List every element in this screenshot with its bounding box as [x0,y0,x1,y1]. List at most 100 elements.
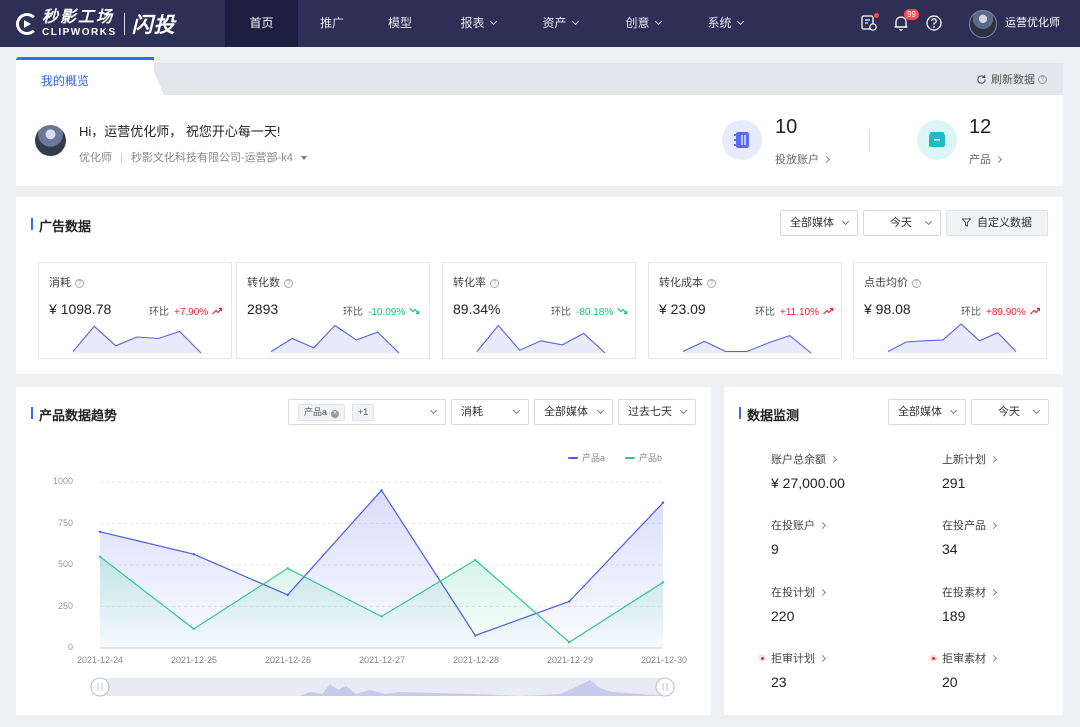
monitor-label: 在投素材 [942,587,986,599]
chevron-right-icon [989,521,998,530]
monitor-media-select[interactable]: 全部媒体 [888,399,966,425]
metric-value: ¥ 98.08 [864,301,911,317]
monitor-value: 291 [942,475,966,491]
chevron-down-icon [949,406,958,415]
monitor-label: 拒审计划 [771,653,815,665]
account-count: 10 [775,116,798,138]
chevron-right-icon [818,521,827,530]
sparkline-area [888,324,1016,353]
notification-badge: 99 [904,9,919,20]
monitor-item-active-accounts[interactable]: 在投账户 [771,517,827,533]
chevron-right-icon [989,588,998,597]
monitor-label: 在投计划 [771,587,815,599]
zoom-handle-left[interactable] [90,677,110,697]
sparkline-chart [887,323,1017,353]
metric-label-text: 点击均价 [864,277,908,289]
ad-media-select[interactable]: 全部媒体 [780,210,858,236]
chevron-right-icon [989,654,998,663]
monitor-item-active-plans[interactable]: 在投计划 [771,584,827,600]
refresh-label: 刷新数据 [991,74,1035,86]
account-book-icon [734,132,749,148]
product-label: 产品 [969,154,991,166]
data-point[interactable] [286,567,289,570]
product-count: 12 [969,116,992,138]
monitor-item-new-plans[interactable]: 上新计划 [942,451,998,467]
ring-change: +11.10% [780,307,820,318]
monitor-value: 9 [771,541,779,557]
account-label: 投放账户 [775,154,819,166]
data-point[interactable] [661,501,665,504]
chevron-right-icon [822,155,831,164]
select-value: 全部媒体 [898,406,942,418]
monitor-label: 拒审素材 [942,653,986,665]
monitor-item-balance[interactable]: 账户总余额 [771,451,838,467]
metric-label: 点击均价? [864,274,921,290]
refresh-icon [977,74,986,84]
monitor-item-rejected-plans[interactable]: 拒审计划 [758,650,827,666]
user-name[interactable]: 运营优化师 [1005,0,1060,47]
chevron-right-icon [818,588,827,597]
stat-divider [869,129,870,152]
help-icon[interactable] [925,14,943,32]
metric-card-avg-click-price[interactable]: 点击均价? ¥ 98.08 环比 +89.90% [853,262,1047,359]
custom-data-button[interactable]: 自定义数据 [946,210,1048,236]
data-point[interactable] [192,553,196,556]
data-point[interactable] [474,558,477,562]
product-link[interactable]: 产品 [969,151,1003,167]
chevron-right-icon [829,455,838,464]
data-point[interactable] [380,489,383,492]
chevron-down-icon [736,17,744,26]
custom-data-label: 自定义数据 [977,217,1032,229]
monitor-value: 220 [771,608,795,624]
trend-up-icon [823,307,834,315]
data-point[interactable] [98,530,102,533]
refresh-data-button[interactable]: 刷新数据 ? [976,71,1047,87]
monitor-value: 23 [771,674,787,690]
chevron-down-icon [841,217,850,226]
question-icon[interactable]: ? [912,279,921,288]
nav-label: 系统 [707,16,732,30]
monitor-item-active-materials[interactable]: 在投素材 [942,584,998,600]
monitor-label: 在投账户 [771,520,815,532]
monitor-label: 上新计划 [942,454,986,466]
zoom-handle-right[interactable] [655,677,675,697]
data-point[interactable] [567,600,571,603]
account-link[interactable]: 投放账户 [775,151,831,167]
question-icon[interactable]: ? [1038,74,1047,84]
data-point[interactable] [192,627,196,631]
filter-icon [962,218,971,227]
data-point[interactable] [567,640,571,644]
chevron-down-icon [1032,406,1041,415]
select-value: 今天 [890,217,912,229]
monitor-value: ¥ 27,000.00 [771,475,845,491]
monitor-date-select[interactable]: 今天 [971,399,1049,425]
select-value: 全部媒体 [790,217,834,229]
data-point[interactable] [474,634,477,637]
data-zoom-slider[interactable] [90,677,675,697]
monitor-item-rejected-materials[interactable]: 拒审素材 [929,650,998,666]
ring-label: 环比 [961,307,981,318]
monitor-value: 34 [942,541,958,557]
monitor-value: 189 [942,608,966,624]
monitor-value: 20 [942,674,958,690]
data-point[interactable] [661,581,665,584]
ad-date-select[interactable]: 今天 [863,210,941,236]
chevron-right-icon [989,455,998,464]
monitor-label: 在投产品 [942,520,986,532]
data-monitor-title: 数据监测 [739,405,799,424]
monitor-label: 账户总余额 [771,454,826,466]
metric-ring-ratio: 环比 +89.90% [961,303,1040,318]
ring-change: +89.90% [986,307,1026,318]
data-point[interactable] [286,593,289,597]
user-avatar[interactable] [969,10,997,38]
chevron-down-icon [924,217,933,226]
product-box-icon [929,132,945,147]
product-stat-icon-wrap [917,120,957,160]
monitor-item-active-products[interactable]: 在投产品 [942,517,998,533]
data-point[interactable] [380,615,383,618]
data-point[interactable] [98,555,102,558]
chevron-right-icon [818,654,827,663]
task-alert-dot [874,13,879,18]
select-value: 今天 [998,406,1020,418]
alert-dot-icon [929,654,937,662]
